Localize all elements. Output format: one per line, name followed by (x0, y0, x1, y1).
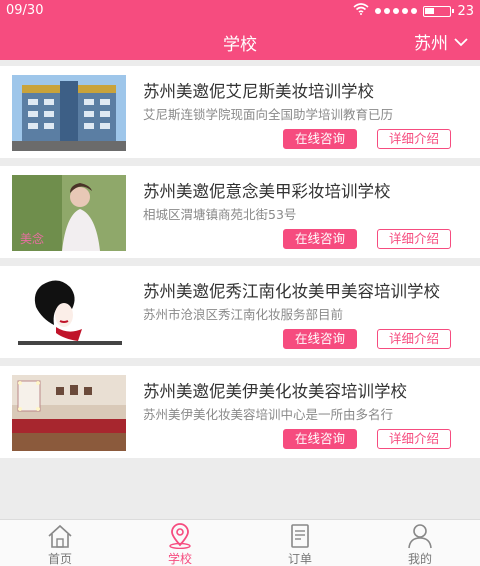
user-icon (406, 523, 434, 549)
school-desc: 苏州美伊美化妆美容培训中心是一所由多名行 (143, 407, 394, 422)
tab-label: 我的 (407, 552, 432, 566)
school-desc: 苏州市沧浪区秀江南化妆服务部目前 (143, 307, 344, 322)
school-card[interactable]: 美念 苏州美邀伲意念美甲彩妆培训学校 相城区渭塘镇商苑北街53号 在线咨询 详细… (0, 166, 480, 258)
tab-mine[interactable]: 我的 (360, 520, 480, 566)
city-label: 苏州 (414, 34, 448, 54)
consult-button[interactable]: 在线咨询 (283, 229, 357, 249)
school-thumbnail (12, 75, 126, 151)
tab-label: 订单 (287, 552, 312, 566)
detail-button[interactable]: 详细介绍 (377, 229, 451, 249)
tab-label: 首页 (47, 552, 72, 566)
tab-order[interactable]: 订单 (240, 520, 360, 566)
svg-text:美念: 美念 (20, 231, 44, 246)
school-thumbnail (12, 275, 126, 351)
battery-icon (423, 5, 455, 17)
home-icon (46, 523, 74, 549)
school-thumbnail (12, 375, 126, 451)
school-thumbnail: 美念 (12, 175, 126, 251)
school-desc: 艾尼斯连锁学院现面向全国助学培训教育已历 (143, 107, 394, 122)
school-name: 苏州美邀伲艾尼斯美妆培训学校 (143, 82, 374, 101)
location-icon (166, 523, 194, 549)
school-desc: 相城区渭塘镇商苑北街53号 (143, 207, 297, 222)
school-name: 苏州美邀伲意念美甲彩妆培训学校 (143, 182, 391, 201)
status-time: 09/30 (6, 3, 44, 18)
consult-button[interactable]: 在线咨询 (283, 329, 357, 349)
chevron-down-icon (454, 32, 468, 52)
school-name: 苏州美邀伲美伊美化妆美容培训学校 (143, 382, 407, 401)
detail-button[interactable]: 详细介绍 (377, 129, 451, 149)
detail-button[interactable]: 详细介绍 (377, 329, 451, 349)
city-selector[interactable]: 苏州 (414, 29, 468, 54)
detail-button[interactable]: 详细介绍 (377, 429, 451, 449)
school-card[interactable]: 苏州美邀伲艾尼斯美妆培训学校 艾尼斯连锁学院现面向全国助学培训教育已历 在线咨询… (0, 66, 480, 158)
tab-bar: 首页 学校 订单 我的 (0, 519, 480, 566)
page-title: 学校 (223, 35, 257, 55)
tab-label: 学校 (167, 552, 192, 566)
school-card[interactable]: 苏州美邀伲秀江南化妆美甲美容培训学校 苏州市沧浪区秀江南化妆服务部目前 在线咨询… (0, 266, 480, 358)
nav-bar: 学校 苏州 (0, 22, 480, 60)
school-name: 苏州美邀伲秀江南化妆美甲美容培训学校 (143, 282, 440, 301)
signal-icon (375, 8, 418, 14)
wifi-icon (353, 3, 369, 19)
battery-level: 23 (457, 3, 474, 19)
consult-button[interactable]: 在线咨询 (283, 429, 357, 449)
consult-button[interactable]: 在线咨询 (283, 129, 357, 149)
tab-home[interactable]: 首页 (0, 520, 120, 566)
tab-school[interactable]: 学校 (120, 520, 240, 566)
order-icon (286, 523, 314, 549)
status-bar: 09/30 23 (0, 0, 480, 22)
school-card[interactable]: 苏州美邀伲美伊美化妆美容培训学校 苏州美伊美化妆美容培训中心是一所由多名行 在线… (0, 366, 480, 458)
school-list: 苏州美邀伲艾尼斯美妆培训学校 艾尼斯连锁学院现面向全国助学培训教育已历 在线咨询… (0, 60, 480, 458)
